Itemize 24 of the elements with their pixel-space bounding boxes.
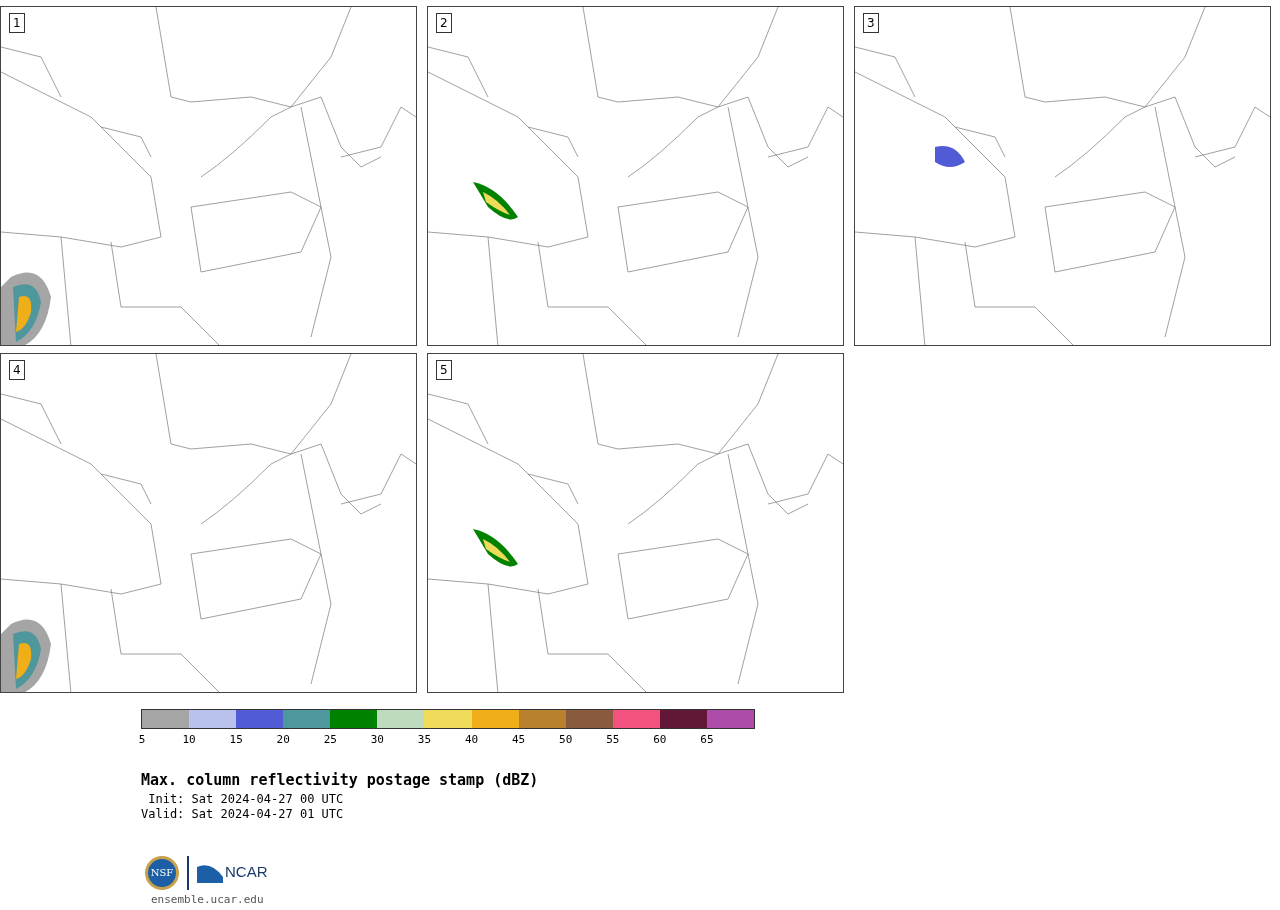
panel-label: 4 — [9, 360, 25, 380]
panel-label: 5 — [436, 360, 452, 380]
panel-label: 2 — [436, 13, 452, 33]
tick-label: 20 — [276, 732, 290, 748]
ncar-logo: NCAR — [197, 861, 268, 884]
panel-label: 3 — [863, 13, 879, 33]
tick-label: 45 — [512, 732, 526, 748]
tick-label: 30 — [370, 732, 384, 748]
nsf-logo: NSF — [145, 855, 179, 890]
panel-label: 1 — [9, 13, 25, 33]
tick-label: 35 — [417, 732, 432, 748]
tick-label: 25 — [323, 732, 337, 748]
tick-label: 50 — [559, 732, 573, 748]
tick-label: 15 — [229, 732, 243, 748]
chart-title: Max. column reflectivity postage stamp (dBZ) — [141, 770, 540, 791]
website-url: ensemble.ucar.edu — [151, 891, 265, 908]
tick-label: 10 — [182, 732, 196, 748]
valid-time: Valid: Sat 2024-04-27 01 UTC — [141, 806, 345, 822]
tick-label: 60 — [653, 732, 667, 748]
tick-label: 5 — [138, 732, 146, 748]
tick-label: 65 — [700, 732, 714, 748]
init-time: Init: Sat 2024-04-27 00 UTC — [147, 791, 345, 807]
tick-label: 55 — [606, 732, 620, 748]
tick-label: 40 — [464, 732, 479, 748]
